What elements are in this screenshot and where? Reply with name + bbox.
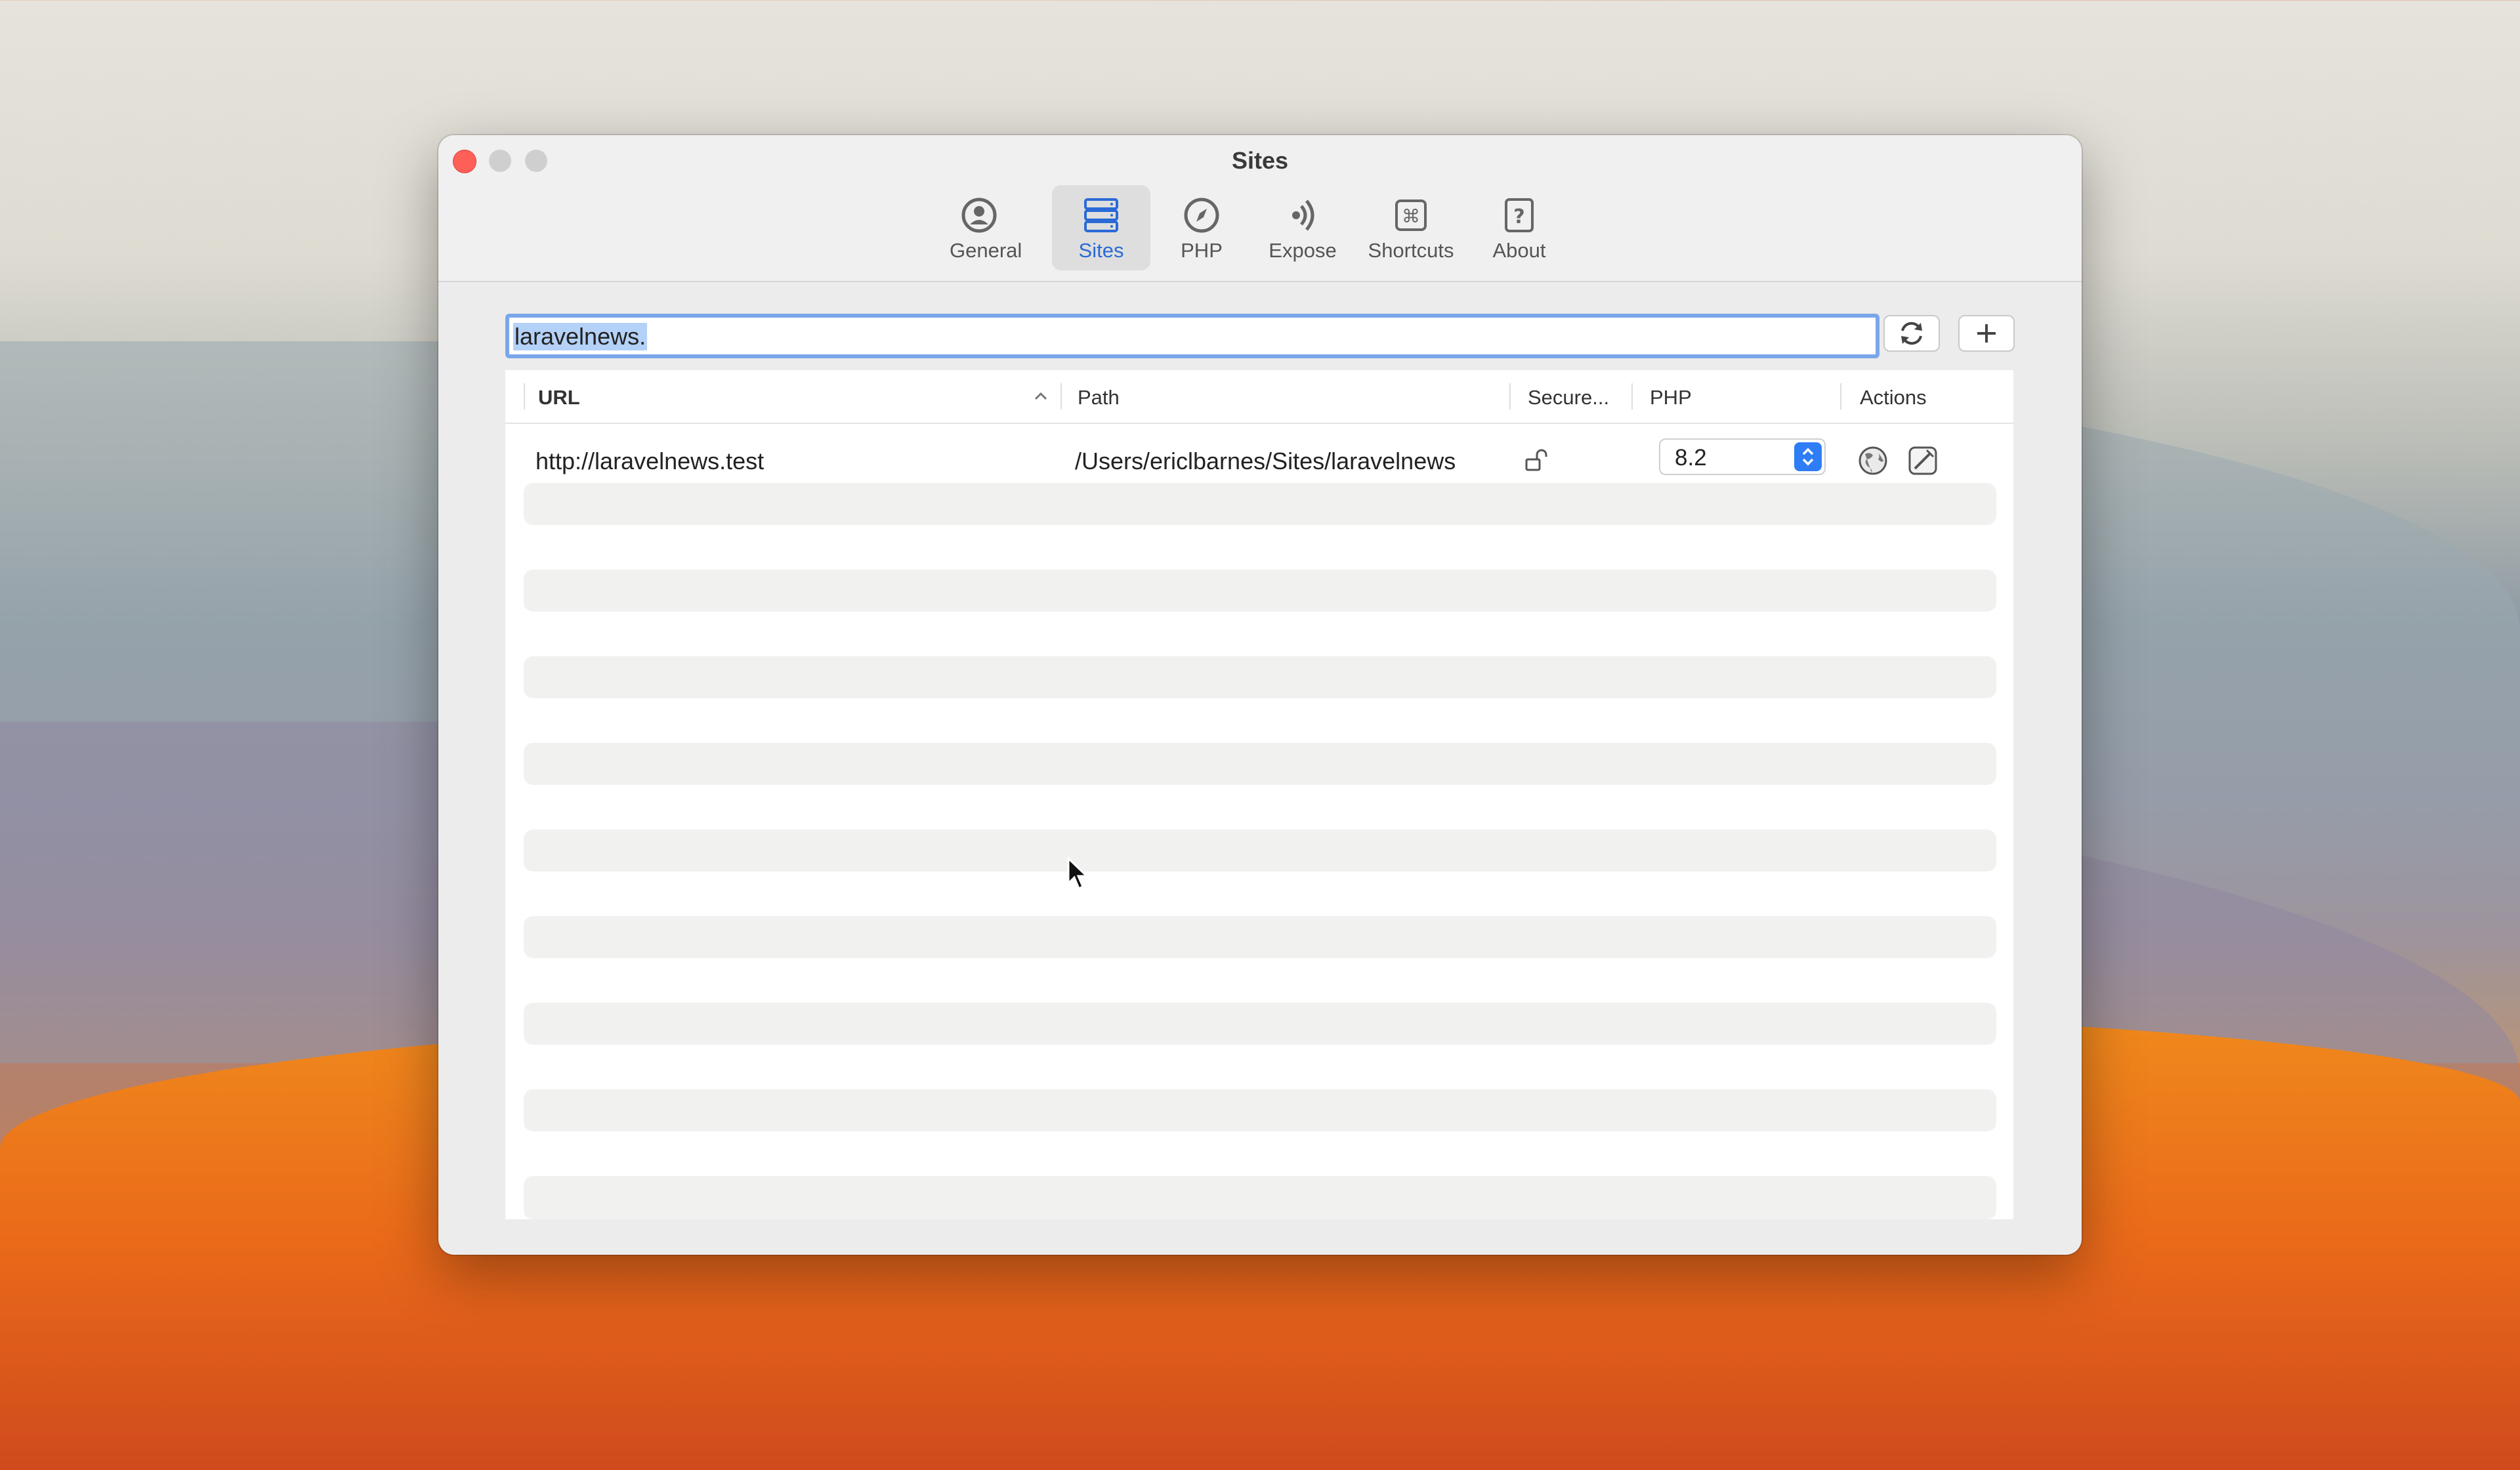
unlocked-padlock-icon[interactable] bbox=[1524, 448, 1550, 474]
tab-sites[interactable]: Sites bbox=[1052, 185, 1150, 270]
empty-row-stripe bbox=[524, 916, 1996, 958]
sort-ascending-icon bbox=[1034, 392, 1047, 400]
tab-php[interactable]: PHP bbox=[1152, 185, 1251, 270]
empty-row-stripe bbox=[524, 743, 1996, 785]
empty-row-stripe bbox=[524, 656, 1996, 698]
column-separator bbox=[1509, 383, 1511, 410]
broadcast-waves-icon bbox=[1292, 200, 1314, 231]
svg-text:⌘: ⌘ bbox=[1402, 205, 1420, 227]
refresh-button[interactable] bbox=[1883, 315, 1940, 352]
question-mark-icon: ? bbox=[1505, 198, 1534, 232]
tab-about[interactable]: ? About bbox=[1470, 185, 1568, 270]
tab-shortcuts[interactable]: ⌘ Shortcuts bbox=[1362, 185, 1460, 270]
compass-icon bbox=[1184, 198, 1219, 233]
search-input[interactable]: laravelnews. bbox=[505, 314, 1880, 358]
command-key-icon: ⌘ bbox=[1395, 200, 1427, 231]
column-separator bbox=[1060, 383, 1062, 410]
site-path: /Users/ericlbarnes/Sites/laravelnews bbox=[1075, 448, 1456, 474]
column-separator bbox=[524, 383, 525, 410]
column-header-php[interactable]: PHP bbox=[1650, 386, 1692, 410]
empty-row-stripe bbox=[524, 1089, 1996, 1131]
refresh-icon bbox=[1901, 322, 1922, 345]
php-version-value: 8.2 bbox=[1675, 445, 1707, 471]
add-site-button[interactable] bbox=[1958, 315, 2015, 352]
php-version-select[interactable]: 8.2 bbox=[1659, 438, 1826, 475]
search-input-value: laravelnews. bbox=[513, 323, 648, 350]
mouse-pointer-icon bbox=[1067, 857, 1089, 891]
svg-text:?: ? bbox=[1513, 205, 1524, 228]
tab-about-label: About bbox=[1492, 239, 1546, 262]
empty-row-stripe bbox=[524, 1176, 1996, 1219]
tab-php-label: PHP bbox=[1181, 239, 1223, 262]
empty-row-stripe bbox=[524, 1003, 1996, 1045]
empty-row-stripe bbox=[524, 483, 1996, 525]
globe-icon[interactable] bbox=[1857, 445, 1889, 476]
tab-shortcuts-label: Shortcuts bbox=[1368, 239, 1454, 262]
column-header-path[interactable]: Path bbox=[1078, 386, 1120, 410]
server-stack-icon bbox=[1084, 198, 1118, 232]
chevron-up-down-icon bbox=[1802, 448, 1814, 466]
window-title: Sites bbox=[1231, 147, 1289, 174]
person-circle-icon bbox=[961, 198, 997, 233]
tab-expose[interactable]: Expose bbox=[1253, 185, 1352, 270]
sites-table: URL Path Secure... PHP Actions http://la… bbox=[505, 370, 2013, 1219]
tab-general-label: General bbox=[950, 239, 1022, 262]
empty-row-stripe bbox=[524, 570, 1996, 612]
column-separator bbox=[1840, 383, 1841, 410]
column-separator bbox=[1631, 383, 1633, 410]
tab-general[interactable]: General bbox=[950, 185, 1048, 270]
tab-sites-label: Sites bbox=[1078, 239, 1124, 262]
column-header-actions[interactable]: Actions bbox=[1860, 386, 1927, 410]
column-header-url[interactable]: URL bbox=[538, 386, 580, 410]
terminal-icon[interactable] bbox=[1907, 445, 1939, 476]
table-header: URL Path Secure... PHP Actions bbox=[505, 370, 2013, 424]
column-header-secure[interactable]: Secure... bbox=[1528, 386, 1609, 410]
plus-icon bbox=[1977, 324, 1996, 343]
tab-expose-label: Expose bbox=[1269, 239, 1337, 262]
site-url: http://laravelnews.test bbox=[536, 448, 765, 474]
php-version-stepper[interactable] bbox=[1794, 442, 1822, 471]
empty-row-stripe bbox=[524, 830, 1996, 872]
